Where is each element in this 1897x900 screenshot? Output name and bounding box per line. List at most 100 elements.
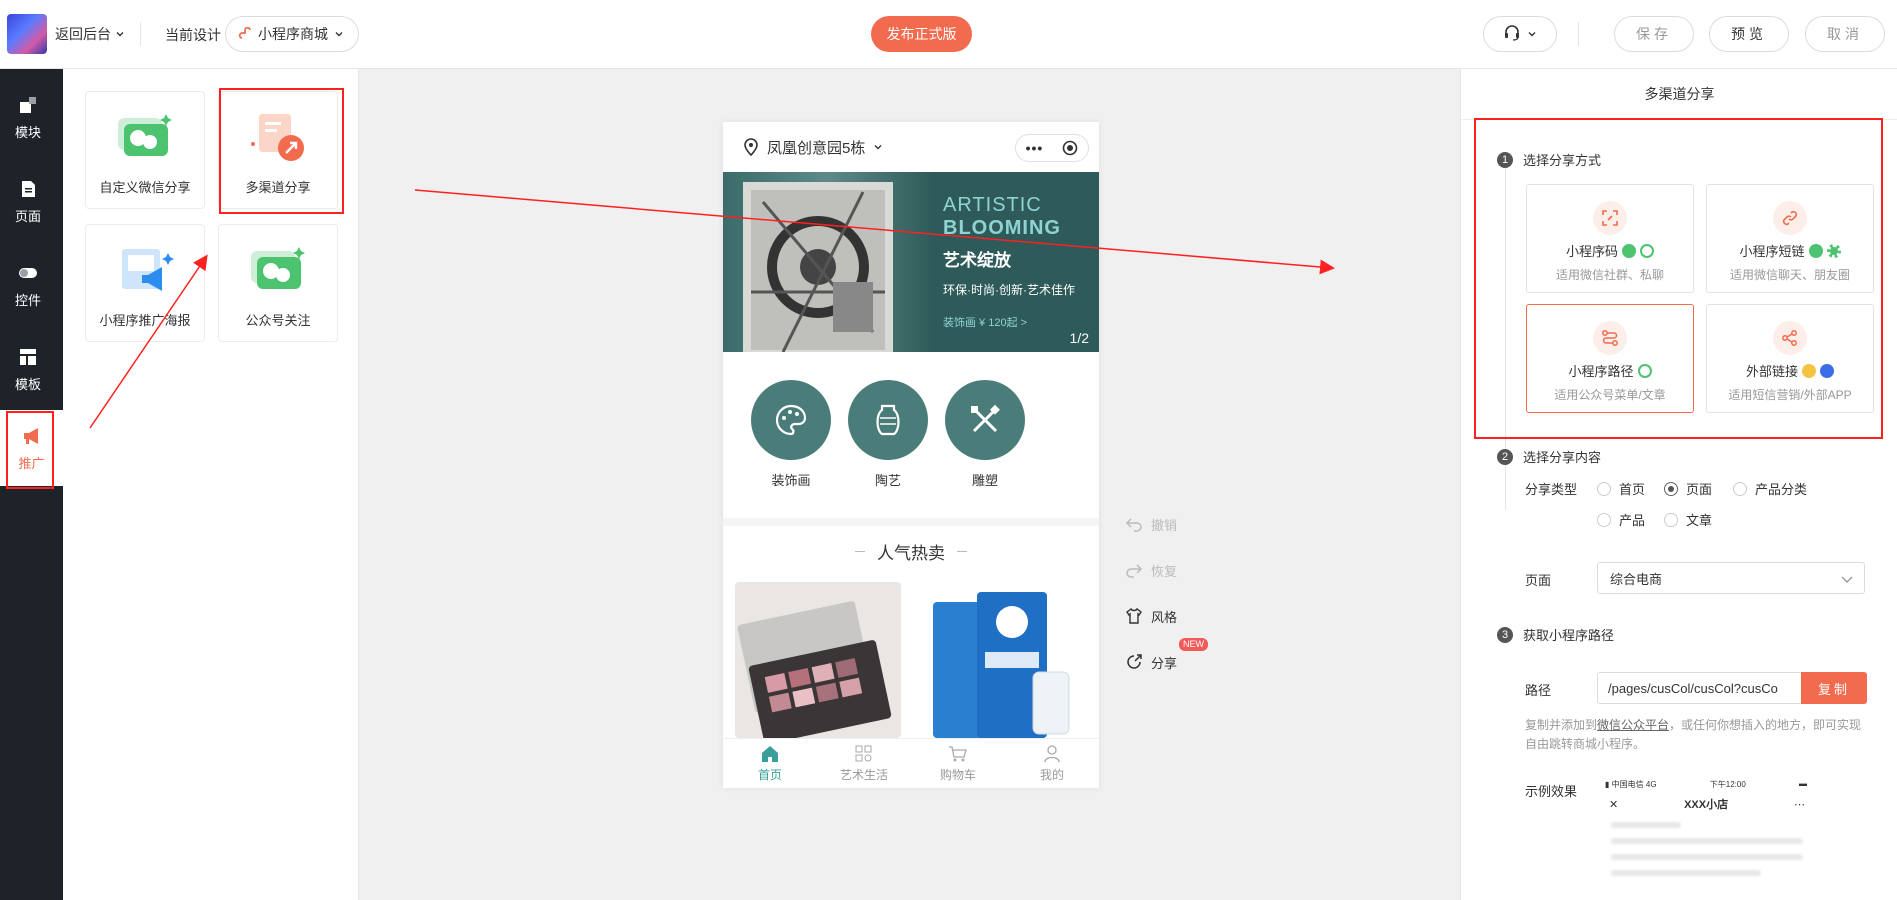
location-bar[interactable]: 凤凰创意园5栋 ••• [723, 122, 1099, 172]
share-method-short-link[interactable]: 小程序短链 适用微信聊天、朋友圈 [1706, 184, 1874, 293]
category-label: 雕塑 [971, 473, 998, 488]
undo-icon [1125, 518, 1142, 532]
share-type-label: 分享类型 [1525, 482, 1578, 497]
hero-banner[interactable]: ARTISTIC BLOOMING 艺术绽放 环保·时尚·创新·艺术佳作 装饰画… [723, 172, 1099, 352]
widget-panel: 自定义微信分享 多渠道分享 小程序推广海报 公众号关注 [63, 69, 359, 900]
radio-circle [1597, 481, 1611, 496]
nav-label: 模板 [14, 376, 41, 392]
mock-nav-bar: ✕ XXX小店 ⋯ [1597, 790, 1817, 812]
card-title: 小程序路径 [1568, 364, 1634, 379]
mini-program-icon [238, 26, 252, 43]
share-method-qrcode[interactable]: 小程序码 适用微信社群、私聊 [1526, 184, 1694, 293]
path-label: 路径 [1525, 683, 1552, 698]
publish-button[interactable]: 发布正式版 [871, 16, 972, 52]
step-choose-content: 2 选择分享内容 [1497, 447, 1601, 466]
page-select[interactable]: 综合电商 [1597, 562, 1865, 594]
cancel-button[interactable]: 取消 [1805, 16, 1885, 52]
radio-label: 产品 [1619, 513, 1646, 528]
style-button[interactable]: 风格 [1125, 604, 1215, 628]
route-icon [1593, 321, 1627, 355]
design-selector[interactable]: 小程序商城 [225, 16, 359, 52]
share-label: 分享 [1151, 655, 1178, 671]
header-divider [1578, 22, 1579, 46]
step-label: 选择分享内容 [1523, 450, 1602, 465]
product-image-eyeshadow [735, 582, 901, 738]
radio-label: 页面 [1686, 482, 1713, 497]
radio-home[interactable]: 首页 [1597, 479, 1645, 498]
banner-artwork [723, 172, 932, 352]
widget-mini-program-poster[interactable]: 小程序推广海报 [85, 224, 205, 342]
tab-mine[interactable]: 我的 [1005, 739, 1099, 788]
banner-text: ARTISTIC BLOOMING 艺术绽放 环保·时尚·创新·艺术佳作 装饰画… [943, 194, 1075, 330]
category-sculpture[interactable]: 雕塑 [945, 380, 1025, 489]
share-method-path[interactable]: 小程序路径 适用公众号菜单/文章 [1526, 304, 1694, 413]
step-number: 3 [1497, 626, 1513, 643]
share-button[interactable]: 分享 NEW [1125, 638, 1215, 674]
radio-circle [1664, 512, 1678, 527]
radio-page[interactable]: 页面 [1664, 479, 1712, 498]
radio-circle [1597, 512, 1611, 527]
support-dropdown[interactable] [1483, 16, 1557, 52]
nav-item-templates[interactable]: 模板 [0, 331, 56, 407]
chevron-down-icon [874, 145, 882, 150]
mock-shop-name: XXX小店 [1684, 799, 1729, 811]
category-decor-painting[interactable]: 装饰画 [751, 380, 831, 489]
nav-item-modules[interactable]: 模块 [0, 79, 56, 155]
radio-product-category[interactable]: 产品分类 [1733, 479, 1807, 498]
share-nodes-icon [1773, 321, 1807, 355]
hot-sale-title: 人气热卖 [877, 543, 945, 563]
page-label: 页面 [1525, 573, 1552, 588]
step-label: 获取小程序路径 [1523, 628, 1615, 643]
mock-carrier-row: ▮ 中国电信 4G [1605, 779, 1657, 790]
card-title-row: 小程序短链 [1739, 241, 1841, 260]
nav-item-page[interactable]: 页面 [0, 163, 56, 239]
mini-program-capsule[interactable]: ••• [1015, 134, 1089, 162]
baidu-icon [1820, 363, 1834, 378]
tab-art-life[interactable]: 艺术生活 [817, 739, 911, 788]
modules-icon [20, 96, 36, 113]
card-desc: 适用短信营销/外部APP [1728, 388, 1852, 402]
mock-network: 4G [1645, 780, 1657, 789]
share-document-icon [251, 114, 304, 161]
redo-button[interactable]: 恢复 [1125, 558, 1215, 582]
wechat-platform-link[interactable]: 微信公众平台 [1597, 718, 1669, 732]
product-card[interactable] [735, 582, 901, 738]
tab-cart[interactable]: 购物车 [911, 739, 1005, 788]
preview-button[interactable]: 预览 [1709, 16, 1789, 52]
card-title-row: 外部链接 [1746, 361, 1834, 380]
copy-button[interactable]: 复制 [1801, 672, 1867, 704]
banner-line1: ARTISTIC [943, 194, 1042, 216]
current-design-label: 当前设计 [165, 27, 221, 43]
chevron-down-icon [115, 26, 125, 42]
widget-official-account-follow[interactable]: 公众号关注 [218, 224, 338, 342]
tab-label: 艺术生活 [839, 767, 888, 782]
widget-multi-channel-share[interactable]: 多渠道分享 [218, 91, 338, 209]
page-select-value: 综合电商 [1610, 571, 1663, 587]
share-method-external-link[interactable]: 外部链接 适用短信营销/外部APP [1706, 304, 1874, 413]
radio-circle [1664, 481, 1678, 496]
back-to-admin-dropdown[interactable]: 返回后台 [55, 24, 125, 44]
save-button[interactable]: 保存 [1614, 16, 1694, 52]
location-name: 凤凰创意园5栋 [767, 139, 866, 157]
sms-icon [1802, 363, 1816, 378]
nav-item-promotion[interactable]: 推广 [0, 410, 63, 486]
card-desc: 适用微信聊天、朋友圈 [1729, 268, 1850, 282]
product-card[interactable] [921, 582, 1087, 738]
undo-button[interactable]: 撤销 [1125, 512, 1215, 536]
path-field[interactable]: /pages/cusCol/cusCol?cusCo [1597, 672, 1801, 704]
radio-product[interactable]: 产品 [1597, 510, 1645, 529]
more-icon: ⋯ [1793, 798, 1805, 811]
category-pottery[interactable]: 陶艺 [848, 380, 928, 489]
step-number: 2 [1497, 448, 1513, 465]
blurred-text [1611, 870, 1761, 876]
category-row: 装饰画 陶艺 雕塑 [723, 360, 1099, 510]
toggle-icon [19, 267, 37, 278]
nav-item-controls[interactable]: 控件 [0, 247, 56, 323]
nav-label: 页面 [14, 208, 41, 224]
more-icon: ••• [1025, 140, 1044, 156]
tab-home[interactable]: 首页 [723, 739, 817, 788]
chevron-down-icon [334, 26, 344, 42]
radio-article[interactable]: 文章 [1664, 510, 1712, 529]
widget-custom-wechat-share[interactable]: 自定义微信分享 [85, 91, 205, 209]
link-icon [1773, 201, 1807, 235]
